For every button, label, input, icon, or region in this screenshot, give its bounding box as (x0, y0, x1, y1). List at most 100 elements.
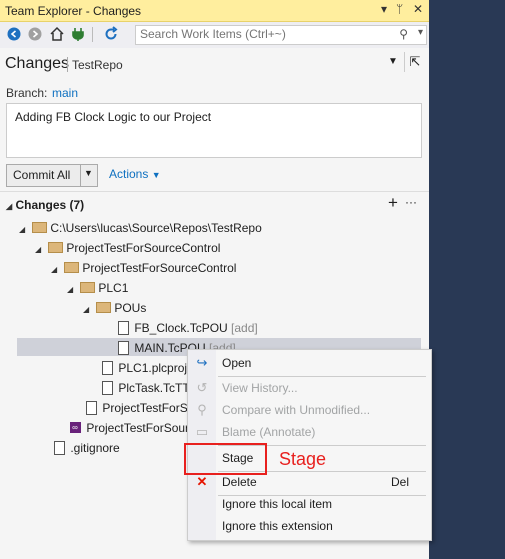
menu-item-label: Blame (Annotate) (222, 425, 316, 439)
tree-item-label: C:\Users\lucas\Source\Repos\TestRepo (50, 221, 262, 235)
repo-name: TestRepo (72, 58, 123, 72)
history-icon: ↺ (196, 380, 208, 395)
more-options-icon[interactable]: ··· (405, 195, 417, 209)
search-work-items[interactable]: ⚲ ▾ (135, 25, 427, 45)
solution-icon: ∞ (67, 418, 83, 438)
tree-item-label: .gitignore (70, 441, 120, 455)
tree-item-label: PLC1 (98, 281, 129, 295)
stage-all-icon[interactable]: + (388, 193, 398, 213)
header-separator (67, 57, 68, 72)
title-bar: Team Explorer - Changes ▾ ᛘ ✕ (0, 0, 429, 22)
tree-item-label: PLC1.plcproj (118, 361, 188, 375)
connect-plug-icon[interactable] (70, 26, 86, 42)
forward-icon[interactable] (27, 26, 43, 42)
tree-item-label: ProjectTestForSourceControl (82, 261, 237, 275)
close-icon[interactable]: ✕ (413, 2, 423, 16)
file-icon (83, 398, 99, 418)
folder-icon (63, 258, 79, 278)
page-header: Changes TestRepo ▼ ⇱ (0, 48, 429, 78)
folder-icon (31, 218, 47, 238)
split-divider (80, 165, 81, 186)
tree-item-root[interactable]: ◢ C:\Users\lucas\Source\Repos\TestRepo (19, 218, 262, 238)
window-menu-icon[interactable]: ▾ (381, 2, 387, 16)
search-icon[interactable]: ⚲ (399, 27, 408, 41)
branch-label: Branch: (6, 86, 48, 100)
annotation-highlight-box (184, 443, 267, 475)
menu-item-label: Open (222, 356, 252, 370)
chevron-down-icon: ▼ (151, 170, 161, 180)
toolbar: ⚲ ▾ (0, 22, 429, 48)
menu-item-label: View History... (222, 381, 298, 395)
commit-dropdown-icon[interactable]: ▼ (84, 168, 93, 178)
blame-icon: ▭ (195, 424, 209, 439)
commit-message-text: Adding FB Clock Logic to our Project (15, 110, 212, 124)
menu-item-label: Ignore this local item (222, 497, 333, 511)
folder-icon (79, 278, 95, 298)
toolbar-separator (92, 27, 93, 42)
search-input[interactable] (136, 26, 394, 42)
file-icon (99, 358, 115, 378)
changes-count-label: Changes (7) (15, 198, 85, 212)
tree-item-project[interactable]: ◢ ProjectTestForSourceControl (35, 238, 220, 258)
menu-item-blame[interactable]: ▭ Blame (Annotate) (188, 421, 431, 443)
menu-item-ignore-item[interactable]: Ignore this local item (188, 493, 431, 515)
menu-item-shortcut: Del (390, 475, 409, 489)
folder-icon (95, 298, 111, 318)
popout-icon[interactable]: ⇱ (404, 52, 425, 72)
tree-item-sln[interactable]: ∞ ProjectTestForSource (67, 418, 202, 438)
tree-item-label: ProjectTestForSo (102, 401, 195, 415)
window-title: Team Explorer - Changes (5, 4, 142, 18)
changes-section-header[interactable]: ◢ Changes (7) (6, 198, 84, 212)
delete-icon: ✕ (196, 474, 208, 489)
folder-icon (47, 238, 63, 258)
tree-item-label: POUs (114, 301, 147, 315)
tree-item-plcproj[interactable]: PLC1.plcproj (99, 358, 187, 378)
menu-item-open[interactable]: ↪ Open (188, 352, 431, 374)
tree-item-label: ProjectTestForSourceControl (66, 241, 221, 255)
expand-arrow-icon[interactable]: ◢ (19, 220, 31, 240)
commit-all-button[interactable]: Commit All ▼ (6, 164, 98, 187)
commit-all-label: Commit All (13, 168, 71, 182)
section-divider (0, 191, 429, 192)
pin-icon[interactable]: ᛘ (396, 2, 403, 16)
collapse-arrow-icon: ◢ (6, 202, 13, 211)
menu-item-label: Delete (222, 475, 257, 489)
menu-item-label: Compare with Unmodified... (222, 403, 371, 417)
search-dropdown-icon[interactable]: ▾ (418, 27, 423, 38)
compare-icon: ⚲ (197, 402, 207, 417)
actions-label: Actions (109, 167, 149, 181)
home-icon[interactable] (49, 26, 65, 42)
file-icon (99, 378, 115, 398)
tree-item-projfile[interactable]: ProjectTestForSo (83, 398, 194, 418)
back-icon[interactable] (6, 26, 22, 42)
commit-message-input[interactable]: Adding FB Clock Logic to our Project (6, 103, 422, 158)
actions-menu[interactable]: Actions ▼ (109, 167, 161, 181)
menu-item-label: Ignore this extension (222, 519, 333, 533)
tree-item-label: FB_Clock.TcPOU (134, 321, 228, 335)
page-dropdown-icon[interactable]: ▼ (388, 56, 398, 67)
file-icon (115, 338, 131, 358)
tree-item-pous[interactable]: ◢ POUs (83, 298, 146, 318)
menu-item-ignore-extension[interactable]: Ignore this extension (188, 515, 431, 537)
ide-background (429, 0, 505, 559)
expand-arrow-icon[interactable]: ◢ (67, 280, 79, 300)
branch-link[interactable]: main (52, 86, 78, 100)
annotation-label: Stage (279, 449, 327, 469)
change-type-badge: [add] (231, 321, 258, 335)
tree-item-gitignore[interactable]: .gitignore (51, 438, 120, 458)
menu-item-view-history[interactable]: ↺ View History... (188, 377, 431, 399)
tree-item-fb-clock[interactable]: FB_Clock.TcPOU [add] (115, 318, 258, 338)
tree-item-plctask[interactable]: PlcTask.TcTTO (99, 378, 199, 398)
expand-arrow-icon[interactable]: ◢ (83, 300, 95, 320)
expand-arrow-icon[interactable]: ◢ (35, 240, 47, 260)
file-icon (51, 438, 67, 458)
menu-item-compare[interactable]: ⚲ Compare with Unmodified... (188, 399, 431, 421)
open-icon: ↪ (196, 355, 208, 370)
tree-item-plc1[interactable]: ◢ PLC1 (67, 278, 128, 298)
expand-arrow-icon[interactable]: ◢ (51, 260, 63, 280)
tree-item-project-sub[interactable]: ◢ ProjectTestForSourceControl (51, 258, 236, 278)
file-icon (115, 318, 131, 338)
tree-item-label: ProjectTestForSource (86, 421, 202, 435)
page-title: Changes (5, 55, 70, 72)
refresh-icon[interactable] (103, 26, 119, 42)
